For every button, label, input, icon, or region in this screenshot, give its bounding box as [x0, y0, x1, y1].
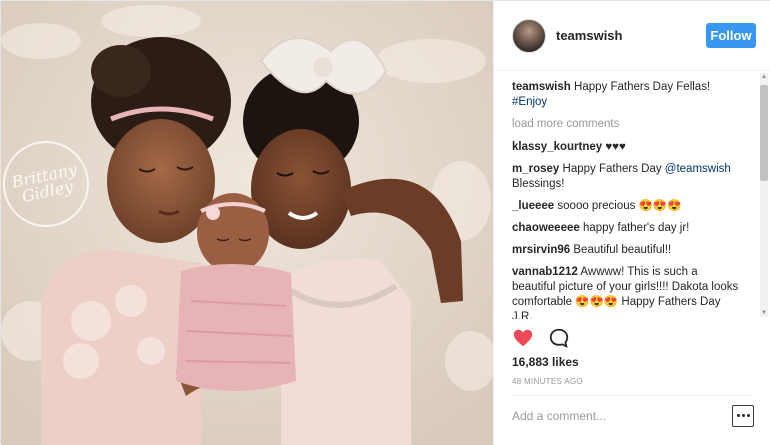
load-more-comments-link[interactable]: load more comments [512, 117, 754, 132]
comment-username[interactable]: mrsirvin96 [512, 244, 570, 256]
comment-username[interactable]: m_rosey [512, 163, 559, 175]
more-options-icon[interactable] [732, 404, 754, 427]
dot [736, 414, 740, 417]
photo-illustration [1, 1, 493, 445]
comment-text: ♥♥♥ [605, 141, 626, 153]
comment-username[interactable]: chaoweeeee [512, 222, 580, 234]
list-item: m_rosey Happy Fathers Day @teamswish Ble… [512, 162, 744, 192]
comment-username[interactable]: vannab1212 [512, 266, 578, 278]
author-username[interactable]: teamswish [556, 28, 706, 43]
comments-list: teamswish Happy Fathers Day Fellas! #Enj… [494, 71, 770, 319]
avatar[interactable] [512, 18, 546, 53]
post-side-panel: teamswish Follow teamswish Happy Fathers… [493, 1, 770, 445]
comment-username[interactable]: klassy_kourtney [512, 141, 602, 153]
caption-username[interactable]: teamswish [512, 81, 571, 93]
add-comment-input[interactable] [512, 408, 702, 423]
comment-text: soooo precious 😍😍😍 [557, 200, 682, 212]
comment-username[interactable]: _lueeee [512, 200, 554, 212]
list-item: vannab1212 Awwww! This is such a beautif… [512, 265, 744, 319]
heart-icon[interactable] [512, 327, 534, 349]
post-actions [512, 327, 570, 349]
post-timestamp[interactable]: 48 MINUTES AGO [512, 377, 583, 386]
scroll-up-arrow-icon[interactable]: ▲ [760, 73, 768, 81]
caption-hashtag[interactable]: #Enjoy [512, 96, 547, 108]
list-item: chaoweeeee happy father's day jr! [512, 221, 744, 236]
likes-count[interactable]: 16,883 likes [512, 355, 579, 369]
comment-text: happy father's day jr! [582, 222, 690, 234]
scroll-down-arrow-icon[interactable]: ▼ [760, 309, 768, 317]
speech-bubble-icon[interactable] [548, 327, 570, 349]
follow-button[interactable]: Follow [706, 23, 756, 48]
dot [741, 414, 745, 417]
list-item: mrsirvin96 Beautiful beautiful!! [512, 243, 744, 258]
post-header: teamswish Follow [494, 1, 770, 71]
list-item: _lueeee soooo precious 😍😍😍 [512, 199, 744, 214]
comment-mention[interactable]: @teamswish [665, 163, 731, 175]
post-photo[interactable]: Brittany Gidley [1, 1, 493, 445]
instagram-post: Brittany Gidley teamswish Follow teamswi… [0, 0, 770, 445]
caption: teamswish Happy Fathers Day Fellas! #Enj… [512, 80, 744, 110]
caption-text: Happy Fathers Day Fellas! [574, 81, 711, 93]
comment-text: Happy Fathers Day [562, 163, 665, 175]
comments-scrollbar-thumb[interactable] [760, 85, 768, 181]
comment-text: Beautiful beautiful!! [573, 244, 672, 256]
comment-text-after: Blessings! [512, 178, 565, 190]
add-comment-bar [512, 395, 754, 435]
list-item: klassy_kourtney ♥♥♥ [512, 140, 744, 155]
dot [746, 414, 750, 417]
